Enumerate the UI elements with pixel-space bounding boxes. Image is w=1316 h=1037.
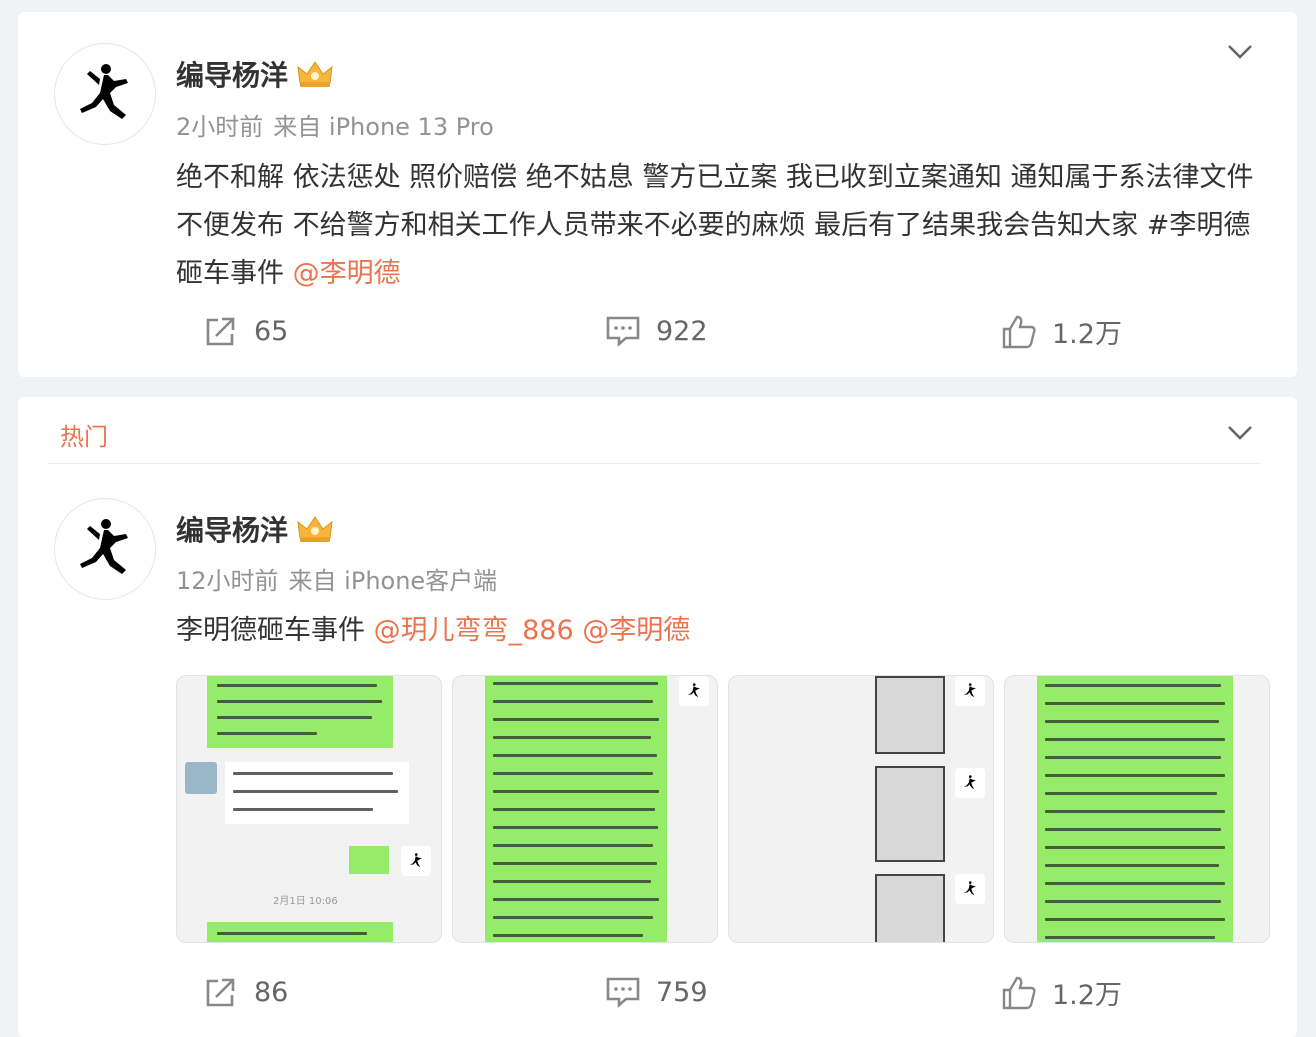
crown-badge-icon xyxy=(297,516,333,542)
crown-badge-icon xyxy=(297,61,333,87)
image-thumbnail-2[interactable] xyxy=(452,675,718,943)
post-source: 来自 iPhone客户端 xyxy=(288,567,498,595)
post-meta: 12小时前 来自 iPhone客户端 xyxy=(176,561,507,596)
comment-icon xyxy=(606,316,640,347)
comment-icon xyxy=(606,977,640,1008)
avatar[interactable] xyxy=(54,498,156,600)
repost-icon xyxy=(206,317,235,346)
author-name[interactable]: 编导杨洋 xyxy=(176,54,334,94)
post-meta: 2小时前 来自 iPhone 13 Pro xyxy=(176,107,504,142)
comment-button[interactable]: 759 xyxy=(604,973,708,1011)
chevron-down-icon[interactable] xyxy=(1223,415,1257,449)
like-button[interactable]: 1.2万 xyxy=(1000,973,1122,1012)
jumpman-logo-icon xyxy=(80,519,128,574)
chevron-down-icon[interactable] xyxy=(1223,34,1257,68)
avatar[interactable] xyxy=(54,43,156,145)
post-card-1: 编导杨洋 2小时前 来自 iPhone 13 Pro 绝不和解 依法惩处 照价赔偿… xyxy=(18,12,1297,377)
image-thumbnail-4[interactable] xyxy=(1004,675,1270,943)
like-button[interactable]: 1.2万 xyxy=(1000,312,1122,351)
hot-section-label: 热门 xyxy=(60,423,108,451)
image-thumbnail-1[interactable]: 2月1日 10:06 xyxy=(176,675,442,943)
thumbs-up-icon xyxy=(1002,315,1036,348)
comment-button[interactable]: 922 xyxy=(604,312,708,350)
post-actions: 65 922 1.2万 xyxy=(18,312,1297,362)
author-name[interactable]: 编导杨洋 xyxy=(176,509,334,549)
jumpman-logo-icon xyxy=(80,64,128,119)
repost-button[interactable]: 65 xyxy=(202,312,288,350)
post-source: 来自 iPhone 13 Pro xyxy=(273,113,494,141)
post-actions: 86 759 1.2万 xyxy=(18,973,1297,1023)
divider xyxy=(48,463,1261,464)
post-card-2: 热门 编导杨洋 12小时前 来自 iPhone客户端 李明德砸车事件 @玥儿弯弯_… xyxy=(18,397,1297,1037)
post-time[interactable]: 12小时前 xyxy=(176,567,279,595)
repost-button[interactable]: 86 xyxy=(202,973,288,1011)
image-gallery: 2月1日 10:06 xyxy=(176,675,1270,943)
repost-icon xyxy=(206,978,235,1007)
post-content: 李明德砸车事件 @玥儿弯弯_886 @李明德 xyxy=(176,615,691,646)
image-thumbnail-3[interactable] xyxy=(728,675,994,943)
post-content: 绝不和解 依法惩处 照价赔偿 绝不姑息 警方已立案 我已收到立案通知 通知属于系… xyxy=(176,162,1254,289)
mention-link[interactable]: @李明德 xyxy=(582,615,690,646)
post-time[interactable]: 2小时前 xyxy=(176,113,263,141)
mention-link[interactable]: @李明德 xyxy=(293,258,401,289)
mention-link[interactable]: @玥儿弯弯_886 xyxy=(374,615,574,646)
